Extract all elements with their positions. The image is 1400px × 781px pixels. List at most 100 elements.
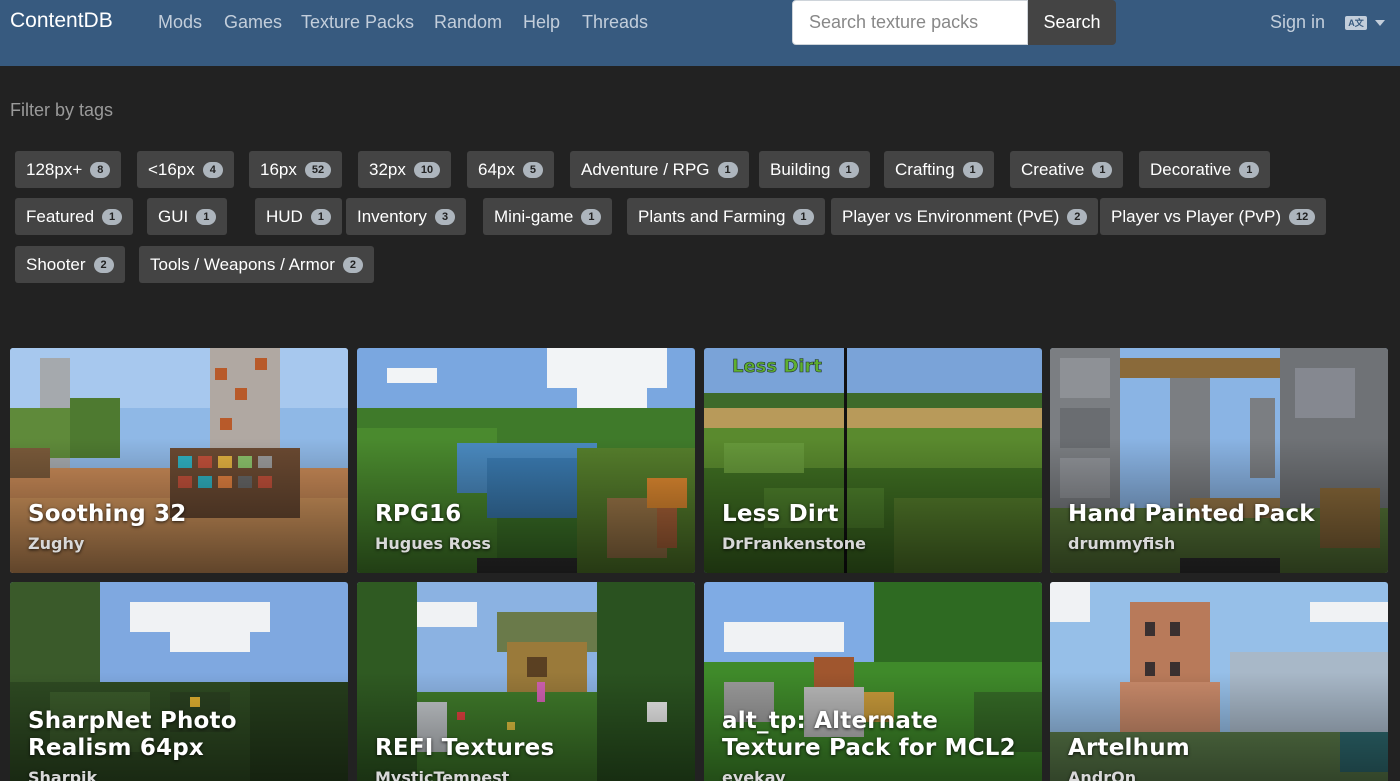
sign-in-link[interactable]: Sign in	[1270, 12, 1325, 33]
tag-label: 32px	[369, 159, 406, 179]
tag-count-badge: 5	[522, 161, 543, 178]
tag-filter[interactable]: Inventory 3	[346, 198, 467, 235]
package-author: drummyfish	[1068, 534, 1176, 553]
search-input[interactable]	[792, 0, 1028, 45]
package-card[interactable]: alt_tp: Alternate Texture Pack for MCL2 …	[704, 582, 1042, 781]
package-author: Zughy	[28, 534, 85, 553]
tag-label: Mini-game	[494, 206, 574, 226]
nav-link-games[interactable]: Games	[224, 12, 282, 33]
tag-count-badge: 1	[310, 208, 331, 225]
tag-label: Creative	[1021, 159, 1085, 179]
tag-filter[interactable]: Adventure / RPG 1	[570, 151, 749, 188]
package-author: eyekay	[722, 768, 786, 781]
tag-filter[interactable]: Decorative 1	[1139, 151, 1271, 188]
tag-filter[interactable]: 64px 5	[467, 151, 554, 188]
tag-label: HUD	[266, 206, 303, 226]
package-card[interactable]: Artelhum AndrOn	[1050, 582, 1388, 781]
tag-count-badge: 1	[962, 161, 983, 178]
tag-filter[interactable]: 128px+ 8	[15, 151, 122, 188]
tag-label: Shooter	[26, 254, 86, 274]
card-shade	[357, 672, 695, 781]
tag-label: GUI	[158, 206, 189, 226]
chevron-down-icon	[1375, 20, 1385, 26]
tag-count-badge: 1	[196, 208, 217, 225]
tag-filter[interactable]: Plants and Farming 1	[627, 198, 825, 235]
package-title: Hand Painted Pack	[1068, 501, 1315, 527]
package-title: SharpNet Photo Realism 64px	[28, 708, 237, 761]
navbar: ContentDB Mods Games Texture Packs Rando…	[0, 0, 1400, 66]
tag-count-badge: 1	[717, 161, 738, 178]
tag-label: Player vs Player (PvP)	[1111, 206, 1282, 226]
package-card[interactable]: Soothing 32 Zughy	[10, 348, 348, 573]
tag-filter[interactable]: Player vs Environment (PvE) 2	[831, 198, 1099, 235]
nav-link-random[interactable]: Random	[434, 12, 502, 33]
package-title: RPG16	[375, 501, 462, 527]
tag-filter[interactable]: HUD 1	[255, 198, 342, 235]
package-card[interactable]: REFI Textures MysticTempest	[357, 582, 695, 781]
tag-count-badge: 1	[793, 208, 814, 225]
thumbnail-overlay-text: Less Dirt	[732, 356, 822, 377]
package-author: Sharpik	[28, 768, 98, 781]
tag-label: Tools / Weapons / Armor	[150, 254, 335, 274]
tag-filter[interactable]: 16px 52	[249, 151, 343, 188]
tag-count-badge: 1	[1092, 161, 1113, 178]
tag-label: 64px	[478, 159, 515, 179]
package-card[interactable]: RPG16 Hugues Ross	[357, 348, 695, 573]
tag-label: Crafting	[895, 159, 955, 179]
tag-count-badge: 1	[1239, 161, 1260, 178]
tag-filter[interactable]: <16px 4	[137, 151, 234, 188]
tag-filter[interactable]: Mini-game 1	[483, 198, 613, 235]
nav-link-mods[interactable]: Mods	[158, 12, 202, 33]
filter-title: Filter by tags	[10, 100, 114, 120]
tag-count-badge: 2	[93, 256, 114, 273]
nav-link-help[interactable]: Help	[523, 12, 560, 33]
tag-count-badge: 2	[1067, 208, 1088, 225]
nav-link-texture-packs[interactable]: Texture Packs	[301, 12, 414, 33]
package-title: Less Dirt	[722, 501, 839, 527]
tag-label: 128px+	[26, 159, 83, 179]
tag-label: Adventure / RPG	[581, 159, 710, 179]
tag-filter[interactable]: Crafting 1	[884, 151, 994, 188]
package-author: MysticTempest	[375, 768, 510, 781]
tag-filter[interactable]: Player vs Player (PvP) 12	[1100, 198, 1327, 235]
package-title: REFI Textures	[375, 735, 555, 761]
tag-label: <16px	[148, 159, 195, 179]
tag-filter[interactable]: Creative 1	[1010, 151, 1124, 188]
tag-label: Inventory	[357, 206, 427, 226]
package-title: alt_tp: Alternate Texture Pack for MCL2	[722, 708, 1016, 761]
nav-link-threads[interactable]: Threads	[582, 12, 648, 33]
package-card[interactable]: Less Dirt Less Dirt DrFrankenstone	[704, 348, 1042, 573]
package-author: DrFrankenstone	[722, 534, 867, 553]
tag-filter[interactable]: GUI 1	[147, 198, 228, 235]
package-card[interactable]: Hand Painted Pack drummyfish	[1050, 348, 1388, 573]
package-title: Artelhum	[1068, 735, 1190, 761]
tag-label: Plants and Farming	[638, 206, 786, 226]
package-author: AndrOn	[1068, 768, 1137, 781]
tag-label: Featured	[26, 206, 95, 226]
tag-label: Building	[770, 159, 831, 179]
language-icon: A文	[1345, 16, 1367, 30]
search-button[interactable]: Search	[1028, 0, 1116, 45]
tag-label: Player vs Environment (PvE)	[842, 206, 1060, 226]
tag-count-badge: 2	[342, 256, 363, 273]
tag-count-badge: 3	[434, 208, 456, 225]
tag-filter[interactable]: Shooter 2	[15, 246, 125, 283]
tag-filter[interactable]: Tools / Weapons / Armor 2	[139, 246, 374, 283]
tag-filter[interactable]: Building 1	[759, 151, 870, 188]
tag-count-badge: 8	[90, 161, 111, 178]
tag-filter[interactable]: 32px 10	[358, 151, 452, 188]
tag-count-badge: 12	[1289, 208, 1316, 225]
tag-count-badge: 1	[581, 208, 602, 225]
brand-link[interactable]: ContentDB	[10, 9, 113, 33]
tag-count-badge: 4	[202, 161, 223, 178]
tag-filter[interactable]: Featured 1	[15, 198, 134, 235]
tag-label: Decorative	[1150, 159, 1232, 179]
tag-count-badge: 10	[413, 161, 441, 178]
package-card[interactable]: SharpNet Photo Realism 64px Sharpik	[10, 582, 348, 781]
package-author: Hugues Ross	[375, 534, 491, 553]
tag-count-badge: 52	[304, 161, 332, 178]
tag-count-badge: 1	[838, 161, 859, 178]
language-dropdown[interactable]: A文	[1345, 15, 1387, 31]
tag-count-badge: 1	[102, 208, 123, 225]
tag-label: 16px	[260, 159, 297, 179]
